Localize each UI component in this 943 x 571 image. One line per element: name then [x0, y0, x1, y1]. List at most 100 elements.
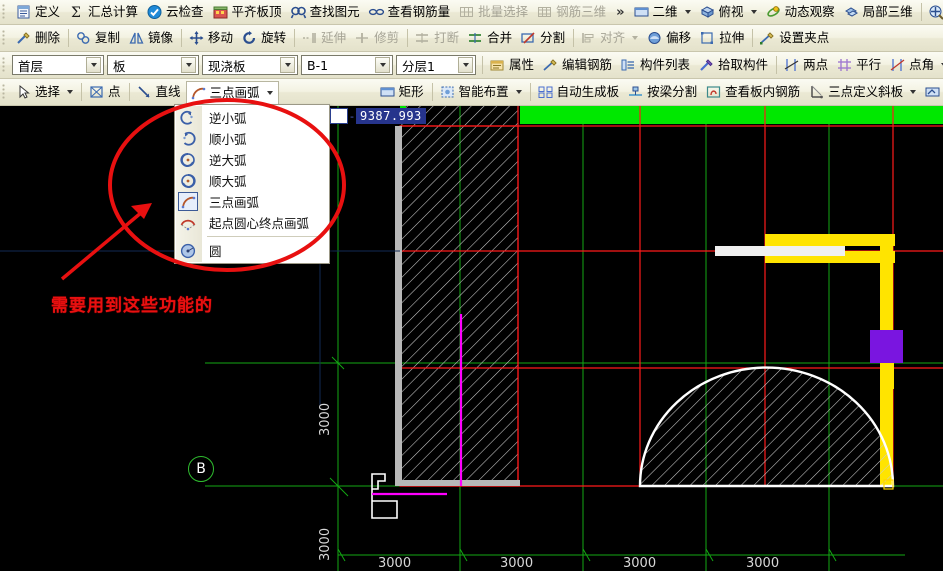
chevron-down-icon[interactable]	[458, 57, 473, 73]
component-name-select[interactable]: B-1	[301, 55, 393, 75]
column-element[interactable]	[870, 330, 903, 363]
toolbar-button-split[interactable]: 分割	[517, 28, 570, 49]
toolbar-label: 打断	[434, 30, 460, 45]
grid-label-b[interactable]: B	[188, 456, 214, 482]
toolbar-button-stretch[interactable]: 拉伸	[696, 28, 749, 49]
arc-tool-dropdown-menu[interactable]: 逆小弧 顺小弧 逆大弧 顺大弧 三点画弧 起点圆心终点画弧 圆	[174, 104, 330, 264]
toolbar-button-three-point-sloped-slab[interactable]: 三点定义斜板	[805, 82, 921, 103]
toolbar-button-orbit[interactable]: 动态观察	[762, 2, 840, 23]
chevron-down-icon[interactable]	[181, 57, 196, 73]
toolbar-button-copy[interactable]: 复制	[72, 28, 125, 49]
toolbar-button-auto-generate-slab[interactable]: 自动生成板	[534, 82, 625, 103]
toolbar-button-mirror[interactable]: 镜像	[125, 28, 178, 49]
toolbar-grip[interactable]	[2, 56, 9, 74]
toolbar-button-view-slab-rebar[interactable]: 查看板内钢筋	[702, 82, 805, 103]
toolbar-button-offset[interactable]: 偏移	[643, 28, 696, 49]
toolbar-button-parallel[interactable]: 平行	[833, 55, 886, 76]
toolbar-button-three-point-arc[interactable]: 三点画弧	[185, 80, 279, 105]
toolbar-button-merge[interactable]: 合并	[464, 28, 517, 49]
floor-select[interactable]: 首层	[12, 55, 104, 75]
toolbar-button-align-slab-top[interactable]: 平齐板顶	[209, 2, 287, 23]
rebar-3d-icon	[536, 4, 553, 20]
toolbar-button-two-point[interactable]: 两点	[780, 55, 833, 76]
menu-item-ccw-major-arc[interactable]: 逆大弧	[175, 149, 329, 170]
toolbar-grip[interactable]	[2, 29, 9, 47]
toolbar-button-pick-component[interactable]: 拾取构件	[695, 55, 773, 76]
component-kind-select[interactable]: 现浇板	[202, 55, 298, 75]
toolbar-button-batch-select[interactable]: 批量选择	[455, 2, 533, 23]
toolbar-label: 三点定义斜板	[828, 84, 904, 99]
toolbar-button-split-by-beam[interactable]: 按梁分割	[624, 82, 702, 103]
toolbar-separator	[181, 29, 183, 47]
chevron-down-icon[interactable]	[515, 90, 522, 94]
vertical-dimension-1: 3000	[318, 402, 333, 436]
menu-item-start-center-end-arc[interactable]: 起点圆心终点画弧	[175, 212, 329, 233]
toolbar-grip[interactable]	[2, 83, 9, 101]
layer-select[interactable]: 分层1	[396, 55, 476, 75]
fullscreen-icon	[928, 4, 943, 20]
toolbar-button-summary-calc[interactable]: Σ 汇总计算	[65, 2, 143, 23]
chevron-down-icon[interactable]	[750, 10, 757, 14]
toolbar-button-trim[interactable]: 修剪	[351, 28, 404, 49]
chevron-down-icon[interactable]	[67, 90, 74, 94]
chevron-down-icon[interactable]	[375, 57, 390, 73]
chevron-down-icon[interactable]	[910, 90, 917, 94]
toolbar-button-edit-rebar[interactable]: 编辑钢筋	[539, 55, 617, 76]
drawing-canvas[interactable]: B A 3000 3000 3000 3000 3000 3000	[0, 106, 943, 571]
toolbar-label: 二维	[652, 4, 678, 19]
toolbar-button-delete[interactable]: 删除	[12, 28, 65, 49]
toolbar-button-set-grip[interactable]: 设置夹点	[756, 28, 834, 49]
toolbar-button-point[interactable]: 点	[85, 82, 126, 103]
toolbar-button-cloud-check[interactable]: 云检查	[143, 2, 209, 23]
circle-icon	[175, 242, 201, 260]
toolbar-label: 俯视	[718, 4, 744, 19]
toolbar-button-extend[interactable]: 延伸	[298, 28, 351, 49]
toolbar-button-find-element[interactable]: 查找图元	[287, 2, 365, 23]
horizontal-dimension-4: 3000	[746, 556, 780, 571]
toolbar-overflow-button[interactable]: »	[611, 5, 629, 20]
toolbar-button-batch-define-elevation[interactable]: 按标高批量定义	[921, 82, 943, 103]
menu-divider	[207, 236, 321, 237]
chevron-down-icon[interactable]	[684, 10, 691, 14]
coordinate-value-field[interactable]: 9387.993	[355, 108, 426, 124]
toolbar-button-break[interactable]: 打断	[411, 28, 464, 49]
toolbar-label: 批量选择	[478, 4, 529, 19]
menu-item-cw-minor-arc[interactable]: 顺小弧	[175, 128, 329, 149]
toolbar-button-component-list[interactable]: 构件列表	[617, 55, 695, 76]
toolbar-button-move[interactable]: 移动	[185, 28, 238, 49]
toolbar-button-align[interactable]: 对齐	[577, 28, 643, 49]
toolbar-button-rotate[interactable]: 旋转	[238, 28, 291, 49]
chevron-down-icon[interactable]	[280, 57, 295, 73]
toolbar-button-select[interactable]: 选择	[12, 82, 78, 103]
toolbar-button-view-rebar-qty[interactable]: 查看钢筋量	[365, 2, 456, 23]
toolbar-button-properties[interactable]: 属性	[486, 55, 539, 76]
menu-item-ccw-minor-arc[interactable]: 逆小弧	[175, 107, 329, 128]
menu-item-circle[interactable]: 圆	[175, 240, 329, 261]
toolbar-button-smart-layout[interactable]: 智能布置	[436, 82, 527, 103]
toolbar-button-rectangle[interactable]: 矩形	[376, 82, 429, 103]
coordinate-axis-field[interactable]	[330, 108, 348, 124]
component-type-select[interactable]: 板	[107, 55, 199, 75]
toolbar-label: 拾取构件	[718, 57, 769, 72]
toolbar-button-point-angle[interactable]: 点角	[886, 55, 943, 76]
arc-slab-element[interactable]	[638, 366, 895, 490]
toolbar-separator	[776, 56, 778, 74]
toolbar-button-fullscreen[interactable]: 全屏	[925, 2, 943, 23]
toolbar-button-rebar-3d[interactable]: 钢筋三维	[533, 2, 611, 23]
toolbar-grip[interactable]	[2, 3, 9, 21]
chevron-down-icon[interactable]	[632, 36, 639, 40]
toolbar-button-line[interactable]: 直线	[133, 82, 186, 103]
stair-outline[interactable]	[371, 473, 398, 519]
three-point-arc-icon	[190, 85, 207, 101]
toolbar-separator	[407, 29, 409, 47]
toolbar-button-2d-view[interactable]: 二维	[630, 2, 696, 23]
chevron-down-icon[interactable]	[86, 57, 101, 73]
menu-item-cw-major-arc[interactable]: 顺大弧	[175, 170, 329, 191]
menu-item-label: 顺大弧	[209, 174, 247, 189]
menu-item-three-point-arc[interactable]: 三点画弧	[175, 191, 329, 212]
toolbar-button-top-view[interactable]: 俯视	[696, 2, 762, 23]
toolbar-button-local-3d[interactable]: 局部三维	[840, 2, 918, 23]
chevron-down-icon[interactable]	[266, 91, 273, 95]
coordinate-entry[interactable]: - 9387.993	[330, 108, 426, 124]
toolbar-button-define[interactable]: 定义	[12, 2, 65, 23]
